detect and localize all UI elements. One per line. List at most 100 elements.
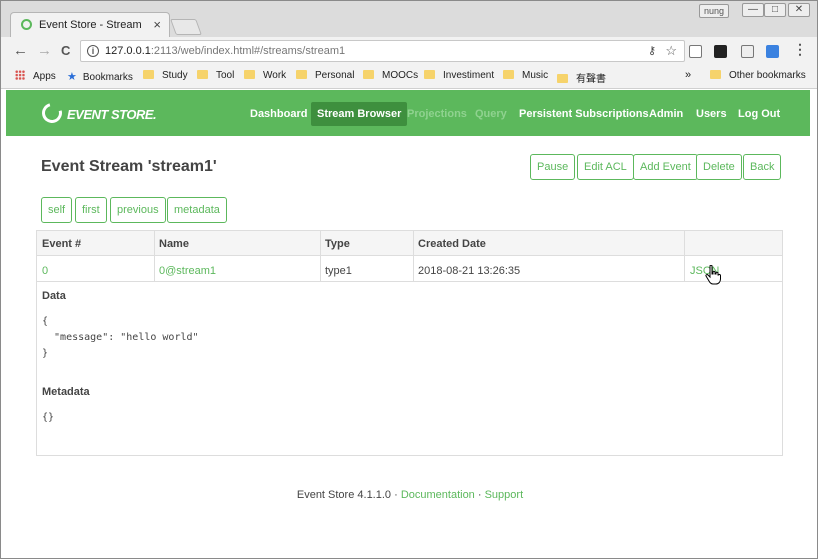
metadata-label: Metadata: [42, 386, 90, 398]
folder-icon: [143, 70, 154, 79]
extension-panel-icon[interactable]: [741, 45, 754, 58]
logo-text: EVENT STORE.: [67, 107, 157, 122]
bookmark-personal[interactable]: Personal: [296, 70, 354, 81]
bookmarks-bar: Apps ★ Bookmarks Study Tool Work Personal…: [1, 65, 817, 89]
extension-play-icon[interactable]: [714, 45, 727, 58]
profile-badge[interactable]: nung: [699, 4, 730, 18]
pause-button[interactable]: Pause: [530, 154, 576, 180]
table-row: 0 0@stream1 type1 2018-08-21 13:26:35 JS…: [37, 257, 782, 282]
bookmark-star-icon[interactable]: ☆: [665, 43, 677, 59]
bookmark-work[interactable]: Work: [244, 70, 286, 81]
url-host: 127.0.0.1: [105, 45, 151, 57]
footer-separator: ·: [474, 489, 485, 501]
reload-icon[interactable]: C: [61, 43, 70, 58]
bookmark-music[interactable]: Music: [503, 70, 548, 81]
browser-window: Event Store - Stream × nung — □ ✕ ← → C …: [0, 0, 818, 559]
bookmark-label: Apps: [33, 71, 56, 82]
extension-pages-icon[interactable]: [689, 45, 702, 58]
folder-icon: [363, 70, 374, 79]
metadata-code: {}: [42, 412, 55, 423]
new-tab-button[interactable]: [170, 19, 202, 35]
extension-blue-icon[interactable]: [766, 45, 779, 58]
address-bar[interactable]: i 127.0.0.1:2113/web/index.html#/streams…: [80, 40, 685, 62]
nav-users[interactable]: Users: [696, 108, 727, 120]
url-path: :2113/web/index.html#/streams/stream1: [150, 45, 346, 57]
bookmark-moocs[interactable]: MOOCs: [363, 70, 418, 81]
first-link-button[interactable]: first: [75, 197, 107, 223]
bookmark-label: Bookmarks: [82, 72, 133, 83]
bookmark-label: 有聲書: [576, 74, 606, 85]
title-bar: Event Store - Stream × nung — □ ✕: [1, 1, 817, 37]
bookmark-label: Other bookmarks: [729, 70, 806, 81]
close-window-button[interactable]: ✕: [788, 3, 810, 17]
add-event-button[interactable]: Add Event: [633, 154, 698, 180]
back-arrow-icon[interactable]: ←: [13, 42, 28, 59]
bookmark-label: Study: [162, 70, 188, 81]
bookmark-tool[interactable]: Tool: [197, 70, 234, 81]
minimize-button[interactable]: —: [742, 3, 764, 17]
edit-acl-button[interactable]: Edit ACL: [577, 154, 634, 180]
apps-grid-icon: [15, 70, 25, 80]
folder-icon: [244, 70, 255, 79]
eventstore-favicon-icon: [21, 19, 32, 30]
previous-link-button[interactable]: previous: [110, 197, 166, 223]
bookmark-label: Tool: [216, 70, 235, 81]
bookmark-label: Music: [522, 70, 549, 81]
nav-admin[interactable]: Admin: [649, 108, 683, 120]
data-label: Data: [42, 290, 66, 302]
bookmark-label: Investiment: [443, 70, 495, 81]
event-number-link[interactable]: 0: [42, 265, 48, 277]
delete-button[interactable]: Delete: [696, 154, 742, 180]
browser-menu-icon[interactable]: ⋮: [793, 41, 807, 58]
browser-tab[interactable]: Event Store - Stream ×: [10, 12, 170, 37]
tab-close-icon[interactable]: ×: [153, 17, 161, 32]
event-type: type1: [325, 265, 352, 277]
nav-projections[interactable]: Projections: [407, 108, 467, 120]
eventstore-logo-icon: [38, 99, 66, 127]
info-icon[interactable]: i: [87, 45, 99, 57]
header-name: Name: [159, 238, 189, 250]
bookmark-study[interactable]: Study: [143, 70, 188, 81]
app-navbar: EVENT STORE. Dashboard Stream Browser Pr…: [6, 90, 810, 136]
star-icon: ★: [67, 71, 77, 83]
back-button[interactable]: Back: [743, 154, 782, 180]
nav-logout[interactable]: Log Out: [738, 108, 780, 120]
nav-query[interactable]: Query: [475, 108, 507, 120]
folder-icon: [710, 70, 721, 79]
bookmark-bookmarks[interactable]: ★ Bookmarks: [67, 70, 133, 83]
tab-title: Event Store - Stream: [39, 19, 142, 31]
hand-pointer-icon: [705, 264, 721, 290]
maximize-button[interactable]: □: [764, 3, 786, 17]
nav-stream-browser[interactable]: Stream Browser: [311, 102, 408, 126]
event-name-link[interactable]: 0@stream1: [159, 265, 216, 277]
folder-icon: [296, 70, 307, 79]
bookmark-other[interactable]: Other bookmarks: [710, 70, 806, 81]
header-type: Type: [325, 238, 350, 250]
header-created-date: Created Date: [418, 238, 486, 250]
bookmark-investiment[interactable]: Investiment: [424, 70, 494, 81]
browser-toolbar: ← → C i 127.0.0.1:2113/web/index.html#/s…: [1, 37, 817, 65]
nav-persistent-subscriptions[interactable]: Persistent Subscriptions: [519, 108, 649, 120]
folder-icon: [503, 70, 514, 79]
header-event-number: Event #: [42, 238, 82, 250]
page-title: Event Stream 'stream1': [41, 158, 217, 175]
bookmark-label: Work: [263, 70, 287, 81]
folder-icon: [197, 70, 208, 79]
nav-dashboard[interactable]: Dashboard: [250, 108, 307, 120]
events-table: Event # Name Type Created Date 0 0@strea…: [36, 230, 783, 456]
support-link[interactable]: Support: [485, 489, 524, 501]
folder-icon: [424, 70, 435, 79]
forward-arrow-icon[interactable]: →: [37, 42, 52, 59]
bookmark-apps[interactable]: Apps: [15, 70, 56, 82]
metadata-link-button[interactable]: metadata: [167, 197, 227, 223]
bookmark-audiobooks[interactable]: 有聲書: [557, 70, 606, 85]
bookmark-label: Personal: [315, 70, 355, 81]
self-link-button[interactable]: self: [41, 197, 73, 223]
footer: Event Store 4.1.1.0 · Documentation · Su…: [1, 489, 818, 501]
bookmark-label: MOOCs: [382, 70, 419, 81]
documentation-link[interactable]: Documentation: [401, 489, 475, 501]
key-icon[interactable]: ⚷: [648, 44, 656, 57]
url-text: 127.0.0.1:2113/web/index.html#/streams/s…: [105, 45, 345, 57]
footer-version: Event Store 4.1.1.0 ·: [296, 489, 401, 501]
bookmarks-overflow-icon[interactable]: »: [685, 69, 691, 81]
